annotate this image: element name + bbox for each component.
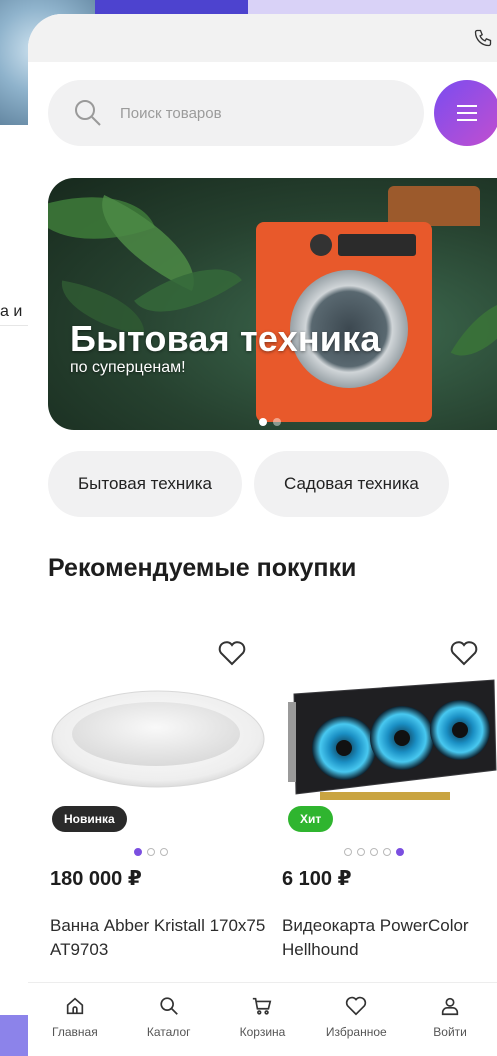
banner-washer-knob (310, 234, 332, 256)
nav-label: Главная (52, 1025, 98, 1039)
category-chips: Бытовая техника Садовая техника (48, 451, 449, 517)
banner-basket (388, 186, 480, 226)
nav-cart[interactable]: Корзина (216, 983, 310, 1056)
nav-login[interactable]: Войти (403, 983, 497, 1056)
image-pagination (344, 848, 404, 856)
hamburger-icon (457, 105, 477, 121)
search-icon (160, 997, 178, 1015)
heart-icon[interactable] (450, 640, 478, 666)
product-image-bathtub (51, 690, 265, 788)
image-dot[interactable] (396, 848, 404, 856)
banner-plant (450, 283, 497, 373)
image-dot[interactable] (160, 848, 168, 856)
product-card[interactable]: Хит 6 100 ₽ Видеокарта PowerColor Hellho… (280, 634, 497, 974)
banner-title: Бытовая техника (70, 318, 381, 359)
nav-label: Каталог (146, 1025, 191, 1039)
image-dot[interactable] (344, 848, 352, 856)
bottom-nav: Главная Каталог Корзина Избранное Войти (28, 982, 497, 1056)
product-card[interactable]: Новинка 180 000 ₽ Ванна Abber Kristall 1… (48, 634, 268, 974)
product-name[interactable]: Ванна Abber Kristall 170x75 AT9703 (50, 914, 280, 962)
product-image-graphics-card (288, 679, 497, 800)
image-dot[interactable] (383, 848, 391, 856)
home-icon (66, 997, 84, 1015)
product-name[interactable]: Видеокарта PowerColor Hellhound (282, 914, 497, 962)
image-dot[interactable] (370, 848, 378, 856)
search-icon (75, 100, 101, 126)
nav-label: Избранное (325, 1025, 387, 1039)
image-pagination (134, 848, 168, 856)
cart-icon (253, 997, 272, 1015)
nav-catalog[interactable]: Каталог (122, 983, 216, 1056)
image-dot[interactable] (134, 848, 142, 856)
image-dot[interactable] (357, 848, 365, 856)
chip-garden[interactable]: Садовая техника (253, 451, 449, 517)
product-price: 180 000 ₽ (50, 868, 142, 890)
chip-appliances[interactable]: Бытовая техника (48, 451, 242, 517)
promo-banner[interactable]: Бытовая техника по суперценам! (48, 178, 497, 430)
banner-washer-panel (338, 234, 416, 256)
section-title: Рекомендуемые покупки (48, 554, 357, 582)
banner-subtitle: по суперценам! (70, 359, 186, 376)
nav-label: Войти (433, 1025, 467, 1039)
phone-screen: Бытовая техника по суперценам! Бытовая т… (28, 14, 497, 1056)
search-box[interactable] (48, 80, 424, 146)
search-row (48, 80, 497, 146)
search-input[interactable] (120, 104, 380, 122)
nav-label: Корзина (239, 1025, 286, 1039)
product-price: 6 100 ₽ (282, 868, 352, 890)
badge-new: Новинка (52, 806, 127, 832)
user-icon (441, 997, 459, 1016)
banner-dot[interactable] (259, 418, 267, 426)
menu-button[interactable] (434, 80, 497, 146)
banner-dot[interactable] (273, 418, 281, 426)
nav-home[interactable]: Главная (28, 983, 122, 1056)
nav-favorites[interactable]: Избранное (309, 983, 403, 1056)
product-list: Новинка 180 000 ₽ Ванна Abber Kristall 1… (48, 634, 497, 974)
heart-icon[interactable] (218, 640, 246, 666)
phone-icon[interactable] (473, 28, 493, 48)
status-bar (28, 14, 497, 62)
heart-icon (346, 996, 367, 1016)
image-dot[interactable] (147, 848, 155, 856)
banner-pagination (259, 418, 281, 426)
badge-hit: Хит (288, 806, 334, 832)
background-card-text: а и (0, 303, 23, 320)
